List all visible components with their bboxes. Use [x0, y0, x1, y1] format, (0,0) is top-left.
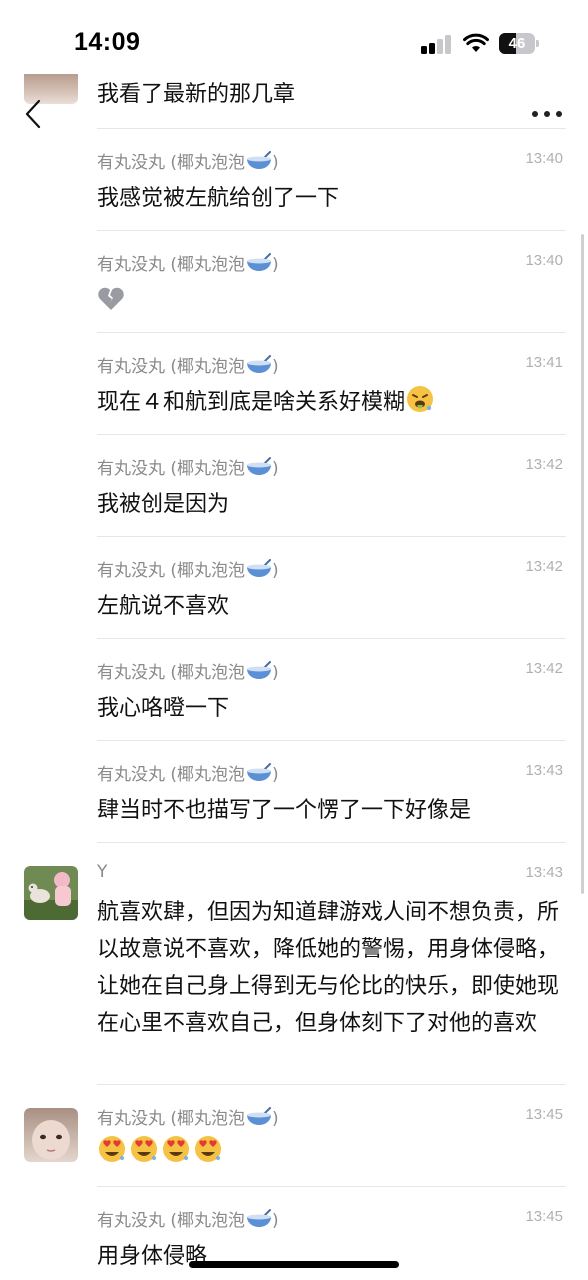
- sender-name: 有丸没丸 (椰丸泡泡: [97, 1109, 246, 1129]
- bowl-with-spoon-icon: [247, 1107, 272, 1125]
- message-divider: [97, 230, 566, 231]
- message-text: 我心咯噔一下: [97, 696, 230, 721]
- message-text: 我感觉被左航给创了一下: [97, 186, 340, 211]
- bowl-with-spoon-icon: [247, 151, 272, 169]
- bowl-with-spoon-icon: [247, 763, 272, 781]
- message-time: 13:42: [525, 456, 563, 473]
- sender-name: 有丸没丸 (椰丸泡泡: [97, 1211, 246, 1231]
- message-divider: [97, 1186, 566, 1187]
- avatar[interactable]: [24, 866, 78, 920]
- broken-heart-icon: [98, 287, 124, 310]
- message-time: 13:43: [525, 762, 563, 779]
- wifi-icon: [463, 33, 489, 52]
- sender-name: 有丸没丸 (椰丸泡泡: [97, 663, 246, 683]
- message-text: 我被创是因为: [97, 492, 230, 517]
- smiling-face-with-heart-eyes-icon: [99, 1136, 125, 1162]
- message-divider: [97, 638, 566, 639]
- smiling-face-with-heart-eyes-icon: [131, 1136, 157, 1162]
- sender-name: 有丸没丸 (椰丸泡泡: [97, 255, 246, 275]
- sender-name: 有丸没丸 (椰丸泡泡: [97, 153, 246, 173]
- chevron-left-icon[interactable]: [20, 98, 50, 130]
- status-bar: 14:09 46: [0, 0, 588, 80]
- message-divider: [97, 536, 566, 537]
- message-divider: [97, 740, 566, 741]
- message-text: 肆当时不也描写了一个愣了一下好像是: [97, 798, 472, 823]
- face-vomiting-icon: [407, 386, 434, 412]
- sender-name: 有丸没丸 (椰丸泡泡: [97, 459, 246, 479]
- bowl-with-spoon-icon: [247, 355, 272, 373]
- sender-name: Y: [97, 862, 108, 882]
- message-time: 13:40: [525, 150, 563, 167]
- ellipsis-icon[interactable]: [530, 110, 564, 118]
- scrollbar[interactable]: [581, 234, 584, 894]
- cellular-signal-icon: [421, 34, 453, 54]
- sender-name: 有丸没丸 (椰丸泡泡: [97, 765, 246, 785]
- bowl-with-spoon-icon: [247, 661, 272, 679]
- message-time: 13:40: [525, 252, 563, 269]
- message-time: 13:43: [525, 864, 563, 881]
- message-text: 航喜欢肆，但因为知道肆游戏人间不想负责，所以故意说不喜欢，降低她的警惕，用身体侵…: [97, 900, 560, 1036]
- message-divider: [97, 842, 566, 843]
- message-text: 现在４和航到底是啥关系好模糊: [97, 390, 406, 415]
- message-time: 13:42: [525, 558, 563, 575]
- bowl-with-spoon-icon: [247, 1209, 272, 1227]
- bowl-with-spoon-icon: [247, 559, 272, 577]
- message-divider: [97, 434, 566, 435]
- bowl-with-spoon-icon: [247, 253, 272, 271]
- message-time: 13:41: [525, 354, 563, 371]
- battery-level: 46: [508, 35, 526, 52]
- message-time: 13:45: [525, 1106, 563, 1123]
- home-indicator[interactable]: [189, 1261, 399, 1268]
- battery-icon: 46: [499, 33, 539, 54]
- message-divider: [97, 332, 566, 333]
- bowl-with-spoon-icon: [247, 457, 272, 475]
- message-time: 13:45: [525, 1208, 563, 1225]
- message-text: 我看了最新的那几章: [97, 82, 296, 107]
- status-time: 14:09: [74, 28, 141, 56]
- message-time: 13:42: [525, 660, 563, 677]
- smiling-face-with-heart-eyes-icon: [163, 1136, 189, 1162]
- avatar[interactable]: [24, 1108, 78, 1162]
- message-divider: [97, 128, 566, 129]
- message-text: 左航说不喜欢: [97, 594, 230, 619]
- smiling-face-with-heart-eyes-icon: [195, 1136, 221, 1162]
- sender-name: 有丸没丸 (椰丸泡泡: [97, 561, 246, 581]
- message-text: 用身体侵略: [97, 1244, 208, 1269]
- sender-name: 有丸没丸 (椰丸泡泡: [97, 357, 246, 377]
- emoji-row: [97, 1134, 567, 1164]
- message-divider: [97, 1084, 566, 1085]
